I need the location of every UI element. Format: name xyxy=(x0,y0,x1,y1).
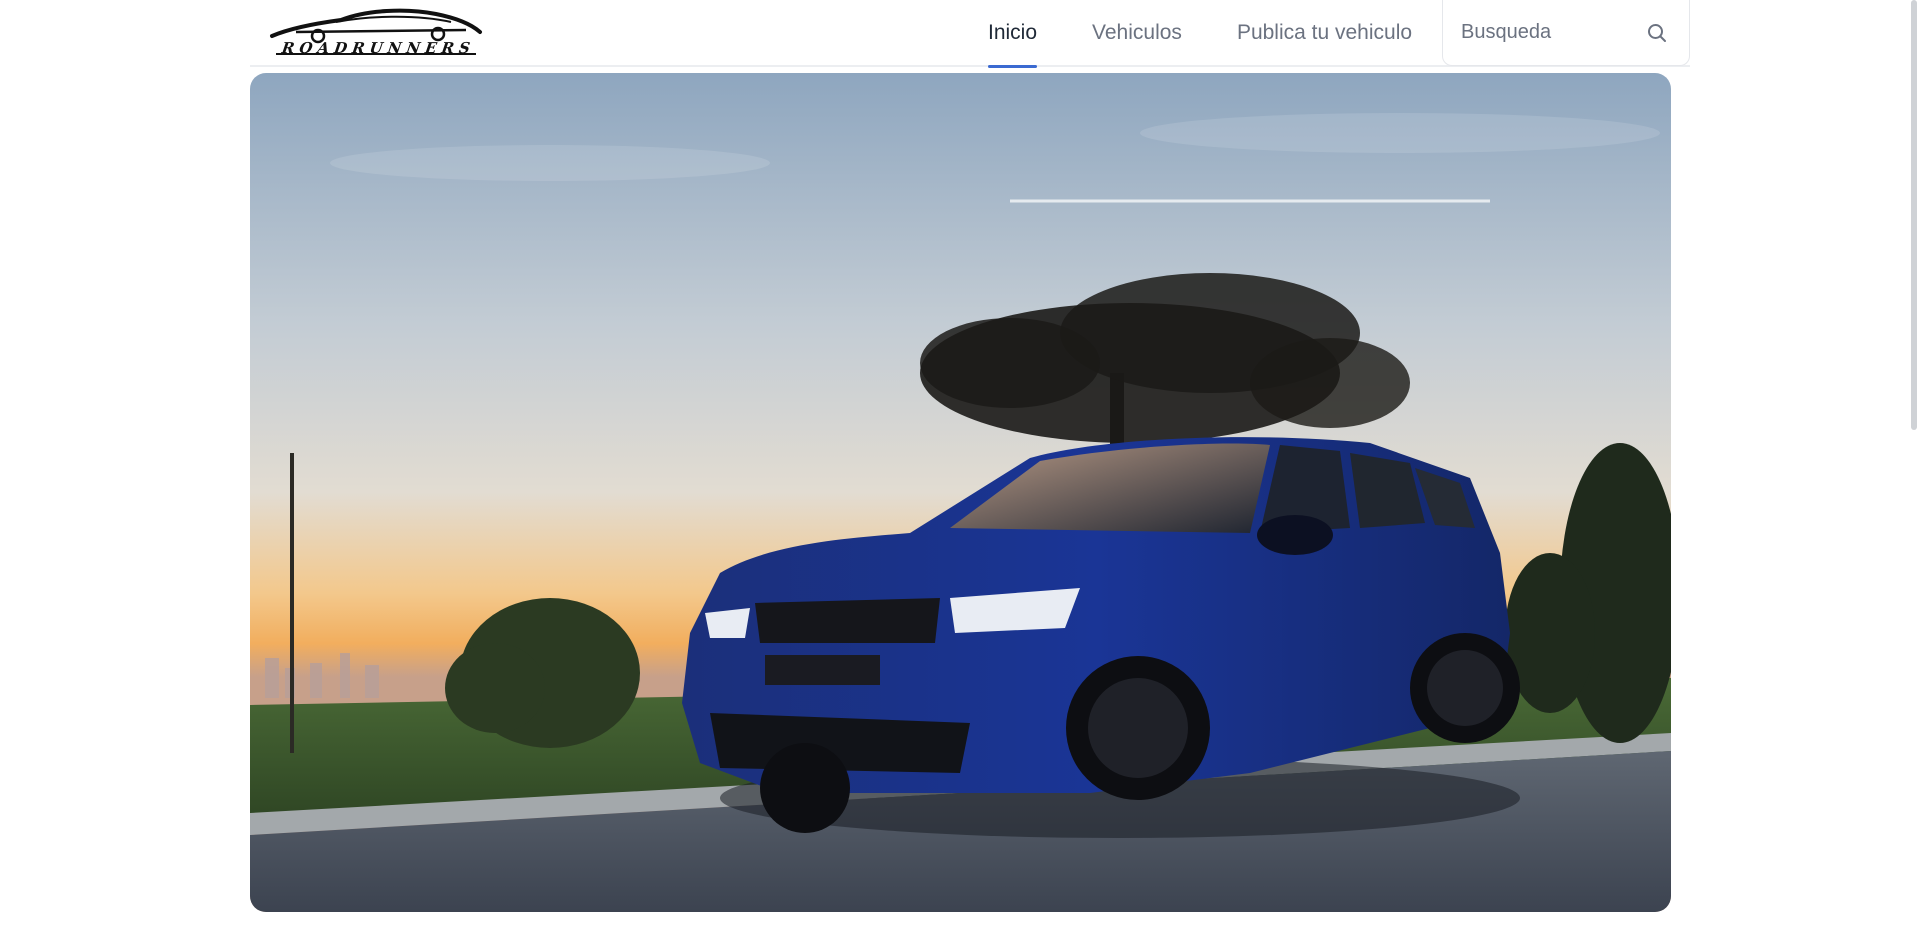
top-navbar: ROADRUNNERS Inicio Vehiculos Publica tu … xyxy=(250,0,1690,68)
page: ROADRUNNERS Inicio Vehiculos Publica tu … xyxy=(0,0,1920,927)
suv-sunset-photo xyxy=(250,73,1671,912)
nav-item-vehiculos[interactable]: Vehiculos xyxy=(1092,0,1182,67)
search-input[interactable] xyxy=(1461,14,1641,50)
search-icon[interactable] xyxy=(1646,22,1668,44)
nav-item-publica[interactable]: Publica tu vehiculo xyxy=(1237,0,1412,67)
scrollbar[interactable] xyxy=(1908,0,1920,927)
nav-item-inicio[interactable]: Inicio xyxy=(988,0,1038,68)
brand-logo[interactable]: ROADRUNNERS xyxy=(266,6,484,58)
main-nav: Inicio Vehiculos Publica tu vehiculo xyxy=(988,0,1412,68)
scroll-thumb[interactable] xyxy=(1911,0,1917,430)
logo-text: ROADRUNNERS xyxy=(280,39,477,57)
hero-image xyxy=(250,73,1671,912)
